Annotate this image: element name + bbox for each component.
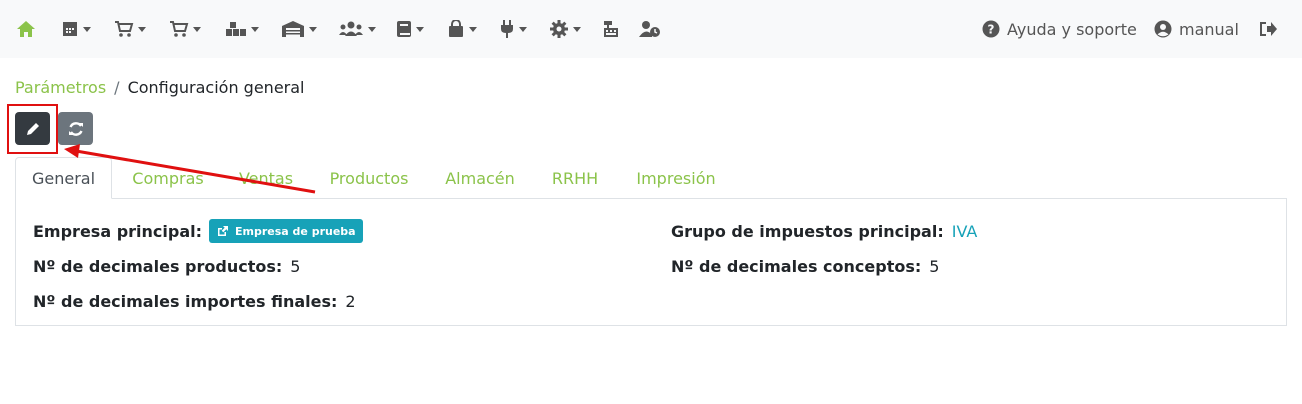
sales-menu[interactable] bbox=[169, 17, 201, 41]
chevron-down-icon bbox=[193, 26, 201, 32]
decimales-conceptos-value: 5 bbox=[929, 256, 940, 276]
decimales-productos-value: 5 bbox=[290, 256, 301, 276]
breadcrumb-separator: / bbox=[114, 78, 120, 97]
purchases-menu[interactable] bbox=[114, 17, 146, 41]
help-link[interactable]: ? Ayuda y soporte bbox=[982, 17, 1137, 41]
calendar-menu[interactable] bbox=[61, 17, 91, 41]
chevron-down-icon bbox=[573, 26, 581, 32]
question-circle-icon: ? bbox=[982, 20, 1000, 38]
bag-icon bbox=[449, 20, 463, 37]
svg-text:?: ? bbox=[988, 23, 995, 37]
empresa-link-button[interactable]: Empresa de prueba bbox=[209, 219, 363, 243]
tab-compras[interactable]: Compras bbox=[115, 157, 221, 199]
user-menu[interactable]: manual bbox=[1154, 17, 1239, 41]
chevron-down-icon bbox=[469, 26, 477, 32]
external-link-icon bbox=[218, 225, 229, 236]
warehouse-boxes-icon bbox=[226, 22, 246, 36]
decimales-productos-label: Nº de decimales productos: bbox=[33, 256, 283, 276]
top-navbar: ? Ayuda y soporte manual bbox=[0, 0, 1302, 58]
chevron-down-icon bbox=[309, 26, 317, 32]
grupo-impuestos-label: Grupo de impuestos principal: bbox=[671, 221, 944, 241]
tab-rrhh[interactable]: RRHH bbox=[539, 157, 611, 199]
plug-icon bbox=[501, 20, 513, 38]
plugins-menu[interactable] bbox=[499, 17, 527, 41]
garage-icon bbox=[282, 21, 304, 37]
breadcrumb-parent-link[interactable]: Parámetros bbox=[15, 78, 106, 97]
chevron-down-icon bbox=[416, 26, 424, 32]
book-icon bbox=[397, 21, 411, 37]
decimales-productos-field: Nº de decimales productos: 5 bbox=[33, 254, 300, 278]
chevron-down-icon bbox=[138, 26, 146, 32]
tab-ventas[interactable]: Ventas bbox=[223, 157, 309, 199]
empresa-link-label: Empresa de prueba bbox=[235, 224, 356, 238]
logout-icon[interactable] bbox=[1258, 17, 1278, 41]
cart-plus-icon bbox=[170, 21, 189, 37]
decimales-importes-field: Nº de decimales importes finales: 2 bbox=[33, 289, 356, 313]
accounting-menu[interactable] bbox=[396, 17, 424, 41]
tab-general[interactable]: General bbox=[15, 157, 112, 199]
help-label: Ayuda y soporte bbox=[1007, 19, 1137, 39]
grupo-impuestos-link[interactable]: IVA bbox=[952, 222, 978, 241]
empresa-principal-field: Empresa principal: Empresa de prueba bbox=[33, 219, 363, 243]
calendar-icon bbox=[63, 22, 77, 36]
decimales-conceptos-field: Nº de decimales conceptos: 5 bbox=[671, 254, 939, 278]
tab-bar: General Compras Ventas Productos Almacén… bbox=[15, 157, 1287, 199]
home-icon[interactable] bbox=[15, 17, 37, 41]
users-icon bbox=[339, 21, 363, 36]
chevron-down-icon bbox=[368, 26, 376, 32]
user-circle-icon bbox=[1154, 20, 1172, 38]
chevron-down-icon bbox=[83, 26, 91, 32]
cash-register-icon[interactable] bbox=[602, 17, 620, 41]
tab-impresion[interactable]: Impresión bbox=[623, 157, 729, 199]
tab-almacen[interactable]: Almacén bbox=[432, 157, 528, 199]
decimales-importes-value: 2 bbox=[345, 291, 356, 311]
decimales-conceptos-label: Nº de decimales conceptos: bbox=[671, 256, 922, 276]
warehouse-menu[interactable] bbox=[225, 17, 259, 41]
empresa-principal-label: Empresa principal: bbox=[33, 221, 203, 241]
admin-menu[interactable] bbox=[549, 17, 581, 41]
user-clock-icon[interactable] bbox=[638, 17, 662, 41]
gear-icon bbox=[550, 20, 568, 38]
page-title: Configuración general bbox=[127, 78, 305, 97]
grupo-impuestos-field: Grupo de impuestos principal: IVA bbox=[671, 219, 977, 243]
users-menu[interactable] bbox=[338, 17, 376, 41]
decimales-importes-label: Nº de decimales importes finales: bbox=[33, 291, 338, 311]
breadcrumb: Parámetros / Configuración general bbox=[15, 78, 305, 97]
shop-menu[interactable] bbox=[447, 17, 477, 41]
sync-icon bbox=[68, 121, 83, 136]
chevron-down-icon bbox=[251, 26, 259, 32]
annotation-highlight-box bbox=[7, 104, 58, 154]
cart-icon bbox=[115, 21, 134, 37]
tab-productos[interactable]: Productos bbox=[317, 157, 421, 199]
refresh-button[interactable] bbox=[58, 112, 93, 145]
garage-menu[interactable] bbox=[281, 17, 317, 41]
user-label: manual bbox=[1179, 19, 1239, 39]
chevron-down-icon bbox=[519, 26, 527, 32]
